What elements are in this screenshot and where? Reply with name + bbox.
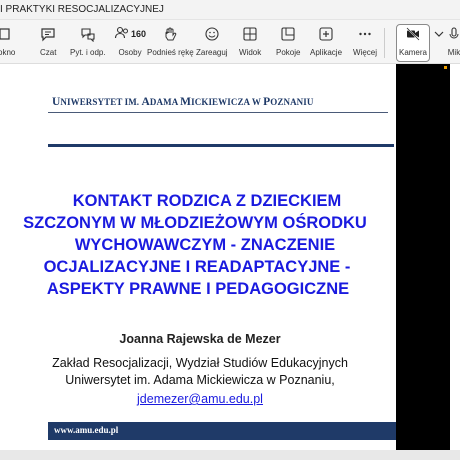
window-button[interactable]: okno bbox=[0, 24, 15, 62]
people-icon bbox=[114, 25, 130, 43]
view-button[interactable]: Widok bbox=[239, 24, 261, 62]
university-header: UNIWERSYTET IM. ADAMA MICKIEWICZA W POZN… bbox=[52, 96, 313, 108]
window-title: I PRAKTYKI RESOCJALIZACYJNEJ bbox=[0, 4, 164, 15]
title-line-3: WYCHOWAWCZYM - ZNACZENIE bbox=[74, 236, 336, 254]
apps-icon bbox=[318, 24, 334, 44]
title-line-2: SZCZONYM W MŁODZIEŻOWYM OŚRODKU bbox=[23, 214, 367, 232]
header-part-2: DAMA bbox=[149, 97, 181, 107]
title-line-4: OCJALIZACYJNE I READAPTACYJNE - bbox=[43, 258, 351, 276]
more-button[interactable]: Więcej bbox=[353, 24, 377, 62]
camera-label: Kamera bbox=[398, 48, 427, 57]
chat-icon bbox=[40, 24, 56, 44]
header-initial-a: A bbox=[141, 96, 150, 108]
more-label: Więcej bbox=[353, 48, 378, 57]
header-part-4: OZNANIU bbox=[270, 97, 314, 107]
window-title-bar: I PRAKTYKI RESOCJALIZACYJNEJ bbox=[0, 0, 460, 20]
header-rule bbox=[48, 112, 388, 113]
shared-presentation: UNIWERSYTET IM. ADAMA MICKIEWICZA W POZN… bbox=[0, 64, 460, 460]
camera-options-button[interactable] bbox=[431, 24, 447, 62]
camera-button-content[interactable]: Kamera bbox=[398, 24, 428, 62]
qa-label: Pyt. i odp. bbox=[70, 48, 106, 57]
window-label: okno bbox=[0, 48, 16, 57]
window-icon bbox=[0, 24, 15, 44]
header-part-1: NIWERSYTET IM. bbox=[60, 97, 142, 107]
people-button[interactable]: 160 Osoby bbox=[114, 24, 146, 62]
react-label: Zareaguj bbox=[196, 48, 228, 57]
react-button[interactable]: Zareaguj bbox=[196, 24, 228, 62]
slide-title: KONTAKT RODZICA Z DZIECKIEM SZCZONYM W M… bbox=[0, 190, 400, 300]
meeting-toolbar: okno Czat Pyt. i odp. 160 Osoby Podnieś … bbox=[0, 20, 460, 64]
people-count: 160 bbox=[131, 29, 147, 39]
react-icon bbox=[204, 24, 220, 44]
header-part-3: ICKIEWICZA W bbox=[191, 97, 264, 107]
people-label: Osoby bbox=[118, 48, 142, 57]
affiliation-department: Zakład Resocjalizacji, Wydział Studiów E… bbox=[52, 356, 348, 370]
bottom-strip bbox=[0, 450, 460, 460]
microphone-label: Mik bbox=[447, 48, 460, 57]
qa-icon bbox=[80, 24, 96, 44]
view-label: Widok bbox=[239, 48, 262, 57]
author-email-link[interactable]: jdemezer@amu.edu.pl bbox=[0, 392, 400, 406]
rooms-label: Pokoje bbox=[276, 48, 301, 57]
microphone-button[interactable]: Mik bbox=[446, 24, 460, 62]
raise-hand-button[interactable]: Podnieś rękę bbox=[147, 24, 194, 62]
chat-button[interactable]: Czat bbox=[40, 24, 56, 62]
raise-hand-icon bbox=[162, 24, 178, 44]
toolbar-divider bbox=[384, 28, 385, 58]
title-line-5: ASPEKTY PRAWNE I PEDAGOGICZNE bbox=[46, 280, 350, 298]
rooms-button[interactable]: Pokoje bbox=[276, 24, 300, 62]
chat-label: Czat bbox=[40, 48, 57, 57]
qa-button[interactable]: Pyt. i odp. bbox=[70, 24, 106, 62]
camera-off-icon bbox=[405, 24, 421, 44]
footer-url: www.amu.edu.pl bbox=[54, 425, 119, 435]
section-divider bbox=[48, 144, 394, 147]
title-line-1: KONTAKT RODZICA Z DZIECKIEM bbox=[72, 192, 342, 210]
video-indicator bbox=[444, 66, 447, 69]
author-name: Joanna Rajewska de Mezer bbox=[119, 332, 281, 346]
apps-button[interactable]: Aplikacje bbox=[310, 24, 342, 62]
apps-label: Aplikacje bbox=[310, 48, 343, 57]
participant-video-panel bbox=[396, 64, 450, 450]
slide-footer-bar: www.amu.edu.pl bbox=[48, 422, 396, 440]
view-icon bbox=[242, 24, 258, 44]
raise-hand-label: Podnieś rękę bbox=[147, 48, 194, 57]
chevron-down-icon bbox=[431, 24, 447, 44]
more-icon bbox=[357, 24, 373, 44]
affiliation-university: Uniwersytet im. Adama Mickiewicza w Pozn… bbox=[65, 373, 335, 387]
header-initial-m: M bbox=[180, 96, 192, 108]
rooms-icon bbox=[280, 24, 296, 44]
microphone-icon bbox=[446, 24, 460, 44]
